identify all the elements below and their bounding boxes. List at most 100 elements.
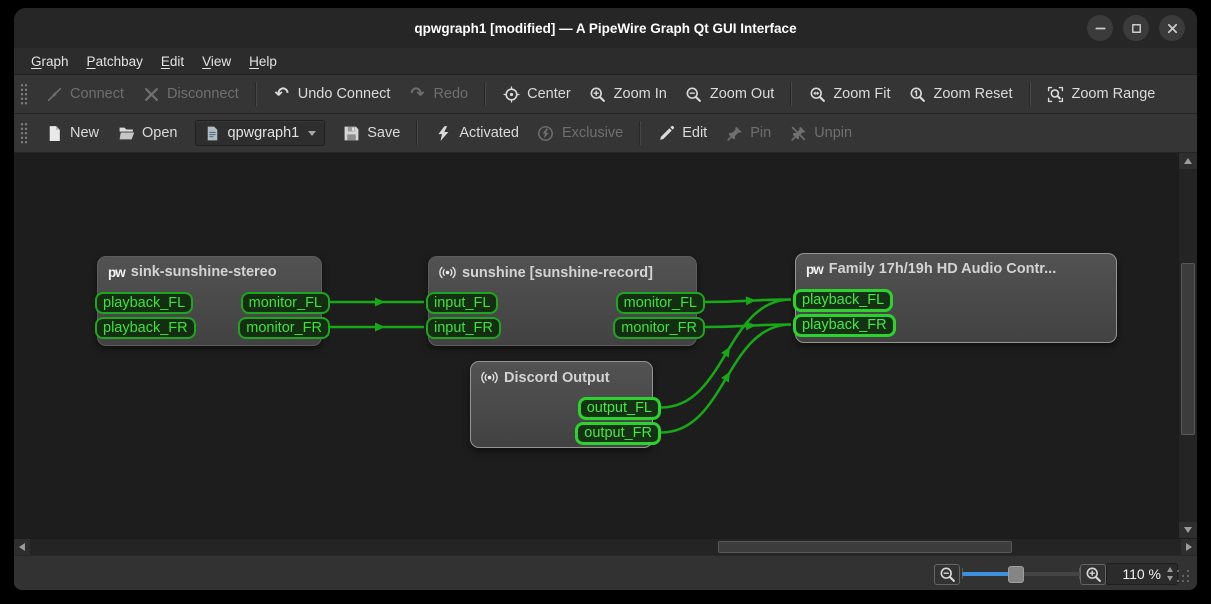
pipewire-icon: pw [108,265,125,280]
connection-line[interactable] [705,325,791,328]
spinbox-arrows[interactable] [1167,567,1173,581]
port-monitor_FR[interactable]: monitor_FR [238,317,330,339]
node-family-hd-audio[interactable]: pwFamily 17h/19h HD Audio Contr... playba… [795,253,1117,343]
port-playback_FL[interactable]: playback_FL [95,292,193,314]
zoom-range-button[interactable]: Zoom Range [1038,80,1165,108]
save-label: Save [367,125,400,141]
menu-label: dit [170,54,184,69]
zoom-reset-button[interactable]: Zoom Reset [900,80,1022,108]
node-sunshine[interactable]: sunshine [sunshine-record] input_FL input_… [428,256,697,346]
toolbar-drag-handle[interactable] [20,83,28,105]
edit-icon [657,124,675,142]
exclusive-button[interactable]: Exclusive [528,119,632,147]
menu-mnemonic: E [161,54,170,69]
new-button[interactable]: New [36,119,108,147]
node-header: pwFamily 17h/19h HD Audio Contr... [796,254,1116,277]
vertical-scrollbar-thumb[interactable] [1181,263,1195,435]
zoom-fit-button[interactable]: Zoom Fit [799,80,899,108]
port-monitor_FL[interactable]: monitor_FL [616,292,705,314]
statusbar-zoom-in-button[interactable] [1080,564,1106,585]
close-button[interactable] [1159,15,1185,41]
connection-arrow-icon [746,296,757,306]
toolbar-separator [484,82,486,106]
menu-item-help[interactable]: Help [240,51,286,72]
toolbar-separator [255,82,257,106]
menu-mnemonic: P [87,54,96,69]
menu-mnemonic: V [202,54,211,69]
node-header: pwsink-sunshine-stereo [98,257,321,280]
redo-button[interactable]: ↷Redo [399,80,477,108]
save-icon [342,124,360,142]
toolbar-drag-handle[interactable] [20,122,28,144]
open-button[interactable]: Open [108,119,186,147]
resize-grip-icon[interactable] [1177,570,1191,584]
zoom-spinbox[interactable]: 110 % [1106,563,1178,585]
zoom-slider[interactable] [962,564,1080,583]
node-title: Family 17h/19h HD Audio Contr... [829,261,1056,277]
zoom-reset-icon [909,85,927,103]
combobox-value: qpwgraph1 [228,125,300,141]
port-monitor_FL[interactable]: monitor_FL [241,292,330,314]
zoom-out-icon [685,85,703,103]
node-header: sunshine [sunshine-record] [429,257,696,281]
statusbar-zoom-out-button[interactable] [934,564,960,585]
disconnect-label: Disconnect [167,86,239,102]
port-input_FL[interactable]: input_FL [426,292,498,314]
port-input_FR[interactable]: input_FR [426,317,501,339]
menu-item-patchbay[interactable]: Patchbay [78,51,152,72]
connect-button[interactable]: Connect [36,80,133,108]
zoom-slider-handle[interactable] [1008,566,1024,583]
scroll-right-arrow[interactable] [1181,539,1197,555]
pin-button[interactable]: Pin [716,119,780,147]
patchbay-file-combobox[interactable]: qpwgraph1 [195,120,326,146]
port-output_FR[interactable]: output_FR [575,422,661,445]
vertical-scrollbar[interactable] [1178,153,1197,538]
zoom-out-icon [938,566,956,584]
menu-label: elp [259,54,277,69]
port-playback_FR[interactable]: playback_FR [95,317,196,339]
node-discord-output[interactable]: Discord Outputoutput_FLoutput_FR [470,361,653,448]
zoom-range-label: Zoom Range [1072,86,1156,102]
zoom-out-button[interactable]: Zoom Out [676,80,783,108]
title-bar[interactable]: qpwgraph1 [modified] — A PipeWire Graph … [14,8,1197,48]
scroll-left-arrow[interactable] [14,539,30,555]
minimize-button[interactable] [1087,15,1113,41]
triangle-left-icon [19,543,25,551]
app-window: qpwgraph1 [modified] — A PipeWire Graph … [14,8,1197,590]
menu-item-view[interactable]: View [193,51,240,72]
edit-button[interactable]: Edit [648,119,716,147]
horizontal-scrollbar-thumb[interactable] [718,541,1012,553]
menu-label: raph [42,54,69,69]
unpin-button[interactable]: Unpin [780,119,861,147]
save-button[interactable]: Save [333,119,409,147]
zoom-in-icon [1084,566,1102,584]
port-playback_FL[interactable]: playback_FL [793,289,893,312]
disconnect-button[interactable]: Disconnect [133,80,248,108]
unpin-icon [789,124,807,142]
port-output_FL[interactable]: output_FL [578,397,661,420]
zoom-in-button[interactable]: Zoom In [580,80,676,108]
menu-item-edit[interactable]: Edit [152,51,193,72]
close-icon [1163,19,1181,37]
maximize-icon [1127,19,1145,37]
menu-item-graph[interactable]: Graph [22,51,78,72]
undo-connect-button[interactable]: ↶Undo Connect [264,80,400,108]
node-sink-sunshine-stereo[interactable]: pwsink-sunshine-stereo playback_FLplaybac… [97,256,322,346]
connection-line[interactable] [705,300,791,303]
port-monitor_FR[interactable]: monitor_FR [613,317,705,339]
stream-icon [439,264,456,281]
maximize-button[interactable] [1123,15,1149,41]
triangle-right-icon [1186,543,1192,551]
graph-canvas[interactable]: pwsink-sunshine-stereoplayback_FLplaybac… [14,153,1178,538]
zoom-in-label: Zoom In [614,86,667,102]
scroll-up-arrow[interactable] [1179,153,1197,169]
port-playback_FR[interactable]: playback_FR [793,314,896,337]
menu-mnemonic: H [249,54,259,69]
activated-button[interactable]: Activated [425,119,528,147]
horizontal-scrollbar[interactable] [14,538,1197,555]
exclusive-icon [537,124,555,142]
scroll-down-arrow[interactable] [1179,522,1197,538]
zoom-value: 110 % [1122,566,1161,582]
triangle-down-icon [1184,527,1192,533]
center-button[interactable]: Center [493,80,580,108]
